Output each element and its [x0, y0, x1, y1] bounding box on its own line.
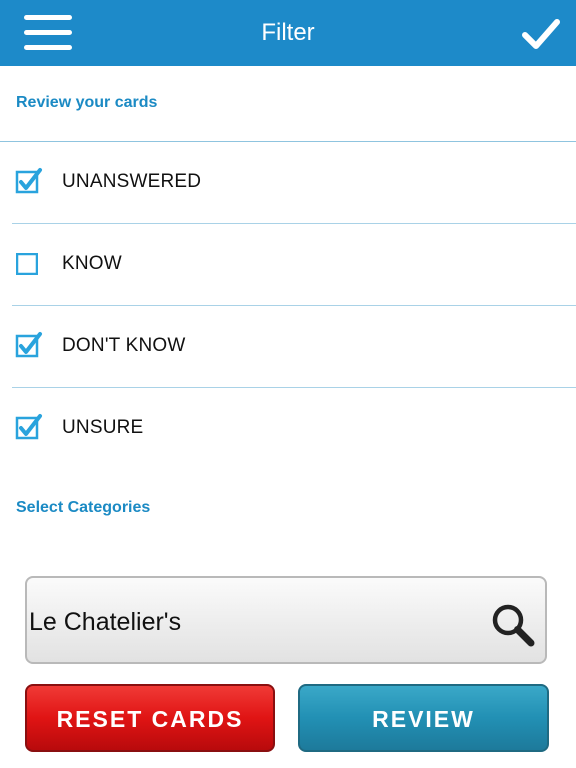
- review-section-heading: Review your cards: [16, 94, 158, 111]
- reset-cards-button[interactable]: RESET CARDS: [25, 684, 275, 752]
- filter-option-label: UNANSWERED: [62, 171, 202, 192]
- checkmark-icon[interactable]: [522, 18, 560, 50]
- filter-option-unsure[interactable]: UNSURE: [0, 388, 576, 468]
- checkbox-unchecked-icon[interactable]: [16, 253, 38, 275]
- categories-section-heading: Select Categories: [16, 499, 151, 516]
- filter-option-label: UNSURE: [62, 417, 144, 438]
- checkbox-checked-icon[interactable]: [15, 332, 42, 358]
- page-title: Filter: [261, 19, 315, 46]
- filter-option-label: DON'T KNOW: [62, 335, 186, 356]
- magnifier-icon[interactable]: [490, 602, 536, 648]
- checkbox-checked-icon[interactable]: [15, 414, 42, 440]
- filter-option-dont-know[interactable]: DON'T KNOW: [0, 306, 576, 386]
- checkbox-checked-icon[interactable]: [15, 168, 42, 194]
- filter-option-know[interactable]: KNOW: [0, 224, 576, 304]
- review-button[interactable]: REVIEW: [298, 684, 549, 752]
- category-search-value: Le Chatelier's: [29, 608, 182, 636]
- category-search-field[interactable]: Le Chatelier's: [25, 576, 547, 664]
- filter-option-label: KNOW: [62, 253, 122, 274]
- top-navigation-bar: Filter: [0, 0, 576, 66]
- filter-option-unanswered[interactable]: UNANSWERED: [0, 142, 576, 222]
